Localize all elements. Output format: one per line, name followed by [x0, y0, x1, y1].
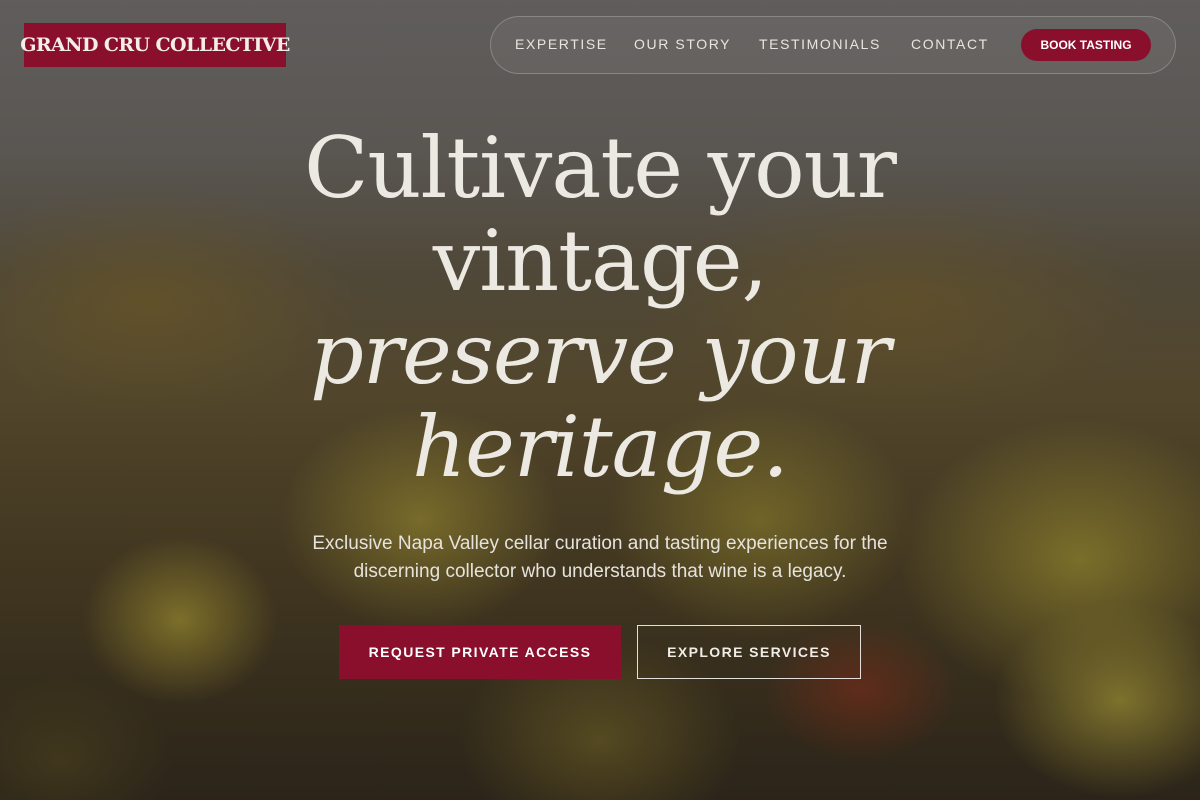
request-private-access-button[interactable]: REQUEST PRIVATE ACCESS — [339, 625, 621, 679]
nav-link-testimonials[interactable]: TESTIMONIALS — [759, 36, 881, 52]
hero-subtitle: Exclusive Napa Valley cellar curation an… — [250, 530, 950, 586]
nav-link-contact[interactable]: CONTACT — [911, 36, 989, 52]
hero-section: GRAND CRU COLLECTIVE EXPERTISE OUR STORY… — [0, 0, 1200, 800]
brand-logo[interactable]: GRAND CRU COLLECTIVE — [20, 23, 290, 67]
headline-line-2: vintage, — [432, 212, 768, 310]
nav-link-our-story[interactable]: OUR STORY — [634, 36, 731, 52]
book-tasting-button[interactable]: BOOK TASTING — [1021, 29, 1151, 61]
subtitle-line-2: discerning collector who understands tha… — [353, 561, 847, 582]
headline-line-4: heritage. — [412, 398, 789, 496]
main-navigation: EXPERTISE OUR STORY TESTIMONIALS CONTACT… — [490, 16, 1176, 74]
headline-line-1: Cultivate your — [304, 119, 897, 217]
brand-logo-text: GRAND CRU COLLECTIVE — [20, 34, 290, 56]
hero-headline: Cultivate your vintage, preserve your he… — [200, 122, 1000, 494]
nav-link-expertise[interactable]: EXPERTISE — [515, 36, 608, 52]
explore-services-button[interactable]: EXPLORE SERVICES — [637, 625, 861, 679]
headline-line-3: preserve your — [310, 305, 891, 403]
subtitle-line-1: Exclusive Napa Valley cellar curation an… — [312, 533, 888, 554]
